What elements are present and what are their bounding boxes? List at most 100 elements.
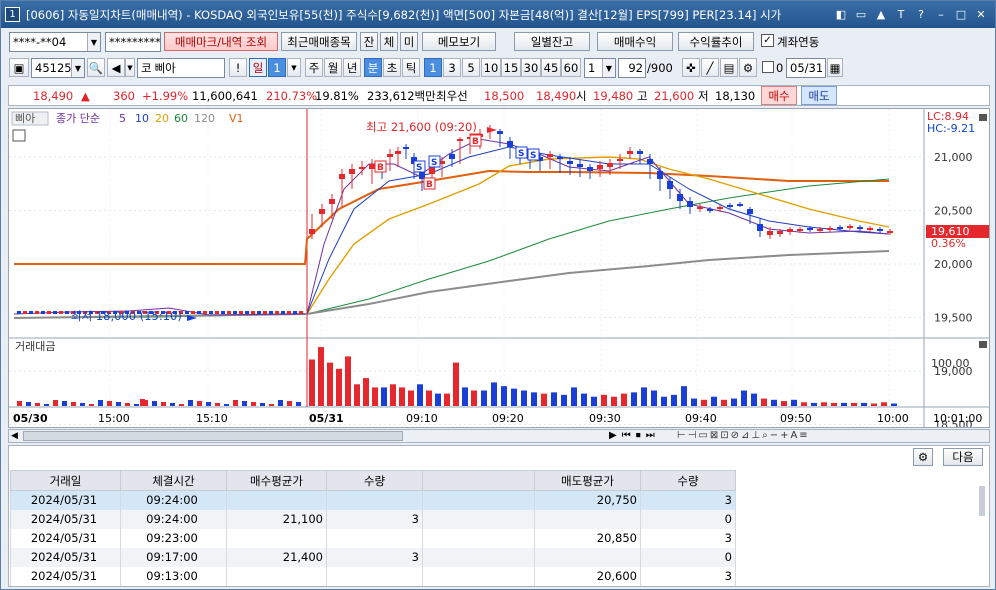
period-second-button[interactable]: 초	[383, 58, 401, 77]
account-link-checkbox[interactable]: ✓	[761, 34, 774, 47]
candle-body	[47, 311, 51, 314]
minute-1-button[interactable]: 1	[424, 58, 442, 77]
title-bar: 1 [0606] 자동일지차트(매매내역) - KOSDAQ 외국인보유[55(…	[1, 1, 995, 28]
minute-10-button[interactable]: 10	[481, 58, 501, 77]
profit-trend-button[interactable]: 수익률추이	[678, 32, 754, 51]
chart-canvas[interactable]: BBSSBBSS 21,00020,50020,00019,50019,0001…	[9, 109, 989, 485]
grid-toggle-icon[interactable]	[12, 129, 26, 142]
window-controls: ◧ ▭ ▲ T ? – □ ✕	[833, 6, 989, 22]
filled-button[interactable]: 체	[380, 32, 398, 51]
period-week-button[interactable]: 주	[305, 58, 323, 77]
high-value: 21,600	[654, 88, 695, 103]
table-scrollbar[interactable]	[979, 486, 985, 516]
minute-5-button[interactable]: 5	[462, 58, 480, 77]
volume-bar	[309, 359, 315, 406]
balance-button[interactable]: 잔	[360, 32, 378, 51]
save-icon[interactable]: ▤	[720, 58, 738, 77]
pane-close-icon[interactable]	[979, 341, 987, 348]
col-fill-time[interactable]: 체결시간	[120, 470, 227, 491]
date-input[interactable]: 05/31	[786, 58, 826, 78]
volume-bar	[891, 403, 897, 406]
chevron-down-icon[interactable]: ▼	[125, 58, 135, 77]
col-buy-qty[interactable]: 수량	[326, 470, 423, 491]
search-icon[interactable]: 🔍	[87, 58, 105, 77]
table-row[interactable]: 2024/05/31 09:24:00 20,750 3	[10, 490, 736, 510]
buy-button[interactable]: 매수	[761, 86, 797, 105]
col-buy-avg[interactable]: 매수평균가	[226, 470, 327, 491]
count-input[interactable]: 92	[618, 58, 646, 78]
volume-bar	[140, 399, 145, 406]
chevron-down-icon[interactable]: ▼	[287, 58, 301, 77]
minute-45-button[interactable]: 45	[541, 58, 561, 77]
close-icon[interactable]: ✕	[973, 6, 989, 22]
chevron-down-icon[interactable]: ▼	[602, 59, 615, 77]
crosshair-icon[interactable]: ✜	[682, 58, 700, 77]
minute-30-button[interactable]: 30	[521, 58, 541, 77]
unfilled-button[interactable]: 미	[400, 32, 418, 51]
volume-axis-label: 100,00	[931, 357, 970, 370]
table-row[interactable]: 2024/05/31 09:23:00 20,850 3	[10, 528, 736, 548]
dock-icon[interactable]: ◧	[833, 6, 849, 22]
chart-tool-icons[interactable]: ⊢⊣▭⊠⊡⊘⊿⊥⌕−+A≡	[677, 430, 810, 441]
draw-line-icon[interactable]: ╱	[701, 58, 719, 77]
playback-controls[interactable]: ▶⏮⏹⏭	[609, 430, 660, 441]
pin-icon[interactable]: ▲	[873, 6, 889, 22]
trade-mark-button[interactable]: 매매마크/내역 조회	[164, 32, 278, 51]
chevron-down-icon[interactable]: ▼	[71, 59, 84, 77]
minute-60-button[interactable]: 60	[561, 58, 581, 77]
trade-marker-label: B	[472, 137, 479, 147]
volume-bar	[811, 402, 817, 406]
next-button[interactable]: 다음	[943, 448, 983, 466]
recent-items-button[interactable]: 최근매매종목	[281, 32, 357, 51]
volume-bar	[444, 393, 450, 406]
multiplier-select[interactable]: 1 ▼	[584, 58, 616, 78]
table-row[interactable]: 2024/05/31 09:24:00 21,100 3 0	[10, 509, 736, 529]
candle-body	[787, 229, 793, 232]
stock-code-input[interactable]: 451250 ▼	[31, 58, 85, 78]
app-icon: 1	[5, 7, 20, 22]
chart-type-icon[interactable]: ▣	[9, 58, 29, 77]
speaker-icon[interactable]: ◀	[107, 58, 125, 77]
memo-button[interactable]: 메모보기	[422, 32, 496, 51]
window-title: [0606] 자동일지차트(매매내역) - KOSDAQ 외국인보유[55(천)…	[26, 7, 782, 22]
minute-3-button[interactable]: 3	[443, 58, 461, 77]
scroll-thumb[interactable]	[23, 431, 403, 441]
pane-close-icon[interactable]	[979, 114, 987, 121]
calendar-icon[interactable]: ▦	[827, 58, 843, 77]
y-tick-label: 19,500	[934, 312, 973, 325]
minimize-icon[interactable]: –	[933, 6, 949, 22]
password-input[interactable]: *********	[105, 32, 161, 52]
sell-button[interactable]: 매도	[801, 86, 837, 105]
restore-icon[interactable]: ▭	[853, 6, 869, 22]
col-sell-qty[interactable]: 수량	[640, 470, 736, 491]
col-sell-avg[interactable]: 매도평균가	[534, 470, 641, 491]
period-year-button[interactable]: 년	[343, 58, 361, 77]
trade-profit-button[interactable]: 매매수익	[597, 32, 673, 51]
maximize-icon[interactable]: □	[953, 6, 969, 22]
alert-icon[interactable]: !	[229, 58, 247, 77]
trade-marker-label: B	[426, 180, 433, 190]
chevron-down-icon[interactable]: ▼	[87, 33, 100, 51]
col-trade-date[interactable]: 거래일	[10, 470, 121, 491]
account-input[interactable]: ****-**04 ▼	[9, 32, 101, 52]
period-multiplier[interactable]: 1	[268, 58, 286, 77]
gear-icon[interactable]: ⚙	[739, 58, 757, 77]
font-icon[interactable]: T	[893, 6, 909, 22]
chart-scrollbar[interactable]: ◀ ▶⏮⏹⏭ ⊢⊣▭⊠⊡⊘⊿⊥⌕−+A≡	[8, 429, 990, 443]
price-chart[interactable]: BBSSBBSS 21,00020,50020,00019,50019,0001…	[8, 108, 990, 485]
gear-icon[interactable]: ⚙	[913, 448, 933, 466]
stock-name-input[interactable]: 코 삐아	[137, 58, 225, 78]
help-icon[interactable]: ?	[913, 6, 929, 22]
scroll-left-icon[interactable]: ◀	[11, 431, 18, 441]
period-tick-button[interactable]: 틱	[402, 58, 420, 77]
y-tick-label: 21,000	[934, 151, 973, 164]
table-row[interactable]: 2024/05/31 09:17:00 21,400 3 0	[10, 547, 736, 567]
period-day-button[interactable]: 일	[249, 58, 267, 77]
period-month-button[interactable]: 월	[324, 58, 342, 77]
table-row[interactable]: 2024/05/31 09:13:00 20,600 3	[10, 566, 736, 586]
date-checkbox[interactable]	[762, 61, 774, 73]
minute-15-button[interactable]: 15	[501, 58, 521, 77]
open-value: 19,480	[593, 88, 634, 103]
daily-balance-button[interactable]: 일별잔고	[514, 32, 590, 51]
period-minute-button[interactable]: 분	[364, 58, 382, 77]
